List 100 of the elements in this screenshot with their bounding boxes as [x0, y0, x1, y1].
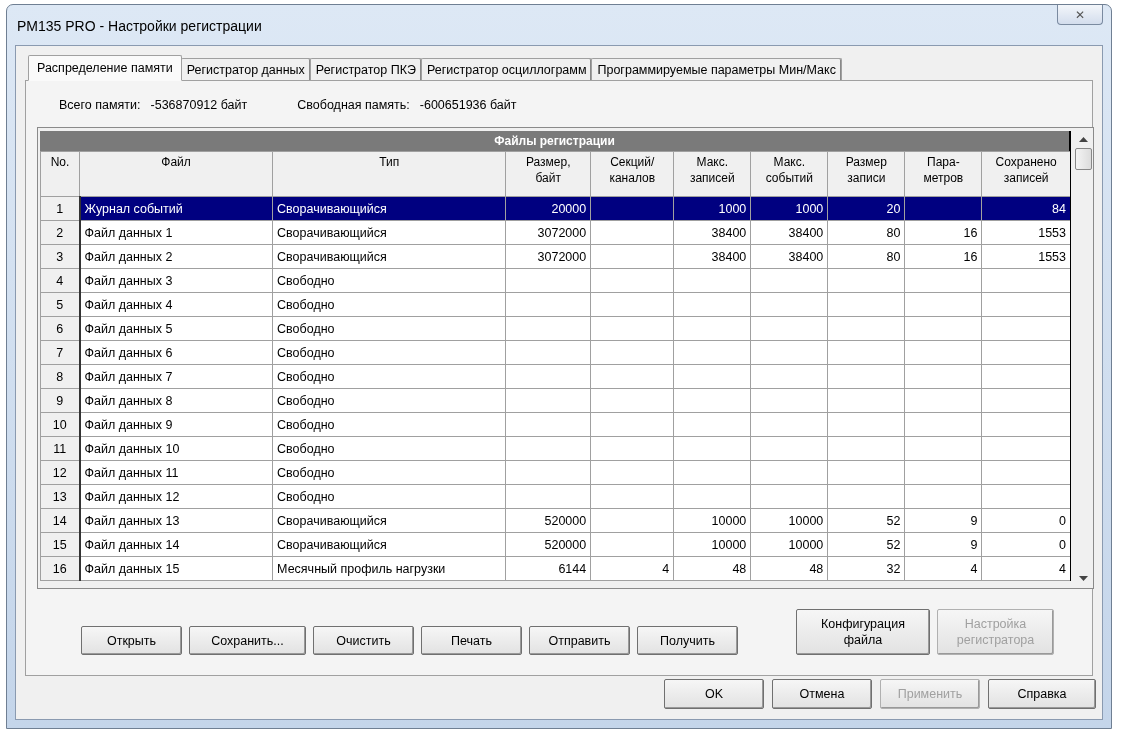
table-cell: Сворачивающийся — [272, 220, 506, 245]
row-number: 15 — [40, 532, 80, 557]
table-cell: 9 — [904, 508, 982, 533]
table-row[interactable]: 13 Файл данных 12 Свободно — [40, 484, 1071, 509]
column-header[interactable]: Размер записи — [827, 151, 905, 197]
table-cell: Файл данных 4 — [79, 292, 273, 317]
scroll-down-icon[interactable] — [1078, 576, 1088, 581]
row-number: 14 — [40, 508, 80, 533]
table-cell: 4 — [590, 556, 674, 581]
row-number: 12 — [40, 460, 80, 485]
row-number: 16 — [40, 556, 80, 581]
table-cell: Свободно — [272, 364, 506, 389]
table-cell: Сворачивающийся — [272, 196, 506, 221]
free-memory-label: Свободная память: — [297, 98, 410, 112]
table-cell: 10000 — [750, 508, 828, 533]
table-cell: 52 — [827, 532, 905, 557]
row-number: 11 — [40, 436, 80, 461]
action-button[interactable]: Сохранить... — [189, 626, 306, 655]
dialog-button[interactable]: Отмена — [772, 679, 872, 709]
row-number: 10 — [40, 412, 80, 437]
table-cell: 84 — [981, 196, 1071, 221]
tab[interactable]: Регистратор данных — [180, 58, 311, 80]
tab[interactable]: Регистратор ПКЭ — [309, 58, 422, 80]
table-cell: Месячный профиль нагрузки — [272, 556, 506, 581]
table-cell: 48 — [673, 556, 751, 581]
action-button[interactable]: Очистить — [313, 626, 414, 655]
table-cell: 10000 — [673, 532, 751, 557]
table-cell: 10000 — [673, 508, 751, 533]
table-cell: 38400 — [750, 220, 828, 245]
table-cell: Файл данных 12 — [79, 484, 273, 509]
table-cell: Свободно — [272, 340, 506, 365]
column-header[interactable]: Размер, байт — [505, 151, 591, 197]
selected-row[interactable]: 1 Журнал событий Сворачивающийся 20000 1000 1000 20 84 — [40, 196, 1071, 221]
row-number: 2 — [40, 220, 80, 245]
dialog-button[interactable]: OK — [664, 679, 764, 709]
table-cell: 52 — [827, 508, 905, 533]
column-header[interactable]: Файл — [79, 151, 273, 197]
column-header[interactable]: Макс. записей — [673, 151, 751, 197]
table-row[interactable]: 14 Файл данных 13 Сворачивающийся 520000 10000 10000 52 9 0 — [40, 508, 1071, 533]
dialog-button[interactable]: Справка — [988, 679, 1096, 709]
table-row[interactable]: 4 Файл данных 3 Свободно — [40, 268, 1071, 293]
table-cell: 0 — [981, 532, 1071, 557]
table-cell: 6144 — [505, 556, 591, 581]
table-cell: Свободно — [272, 292, 506, 317]
table-row[interactable]: 12 Файл данных 11 Свободно — [40, 460, 1071, 485]
total-memory-label: Всего памяти: — [59, 98, 141, 112]
action-button[interactable]: Отправить — [529, 626, 630, 655]
tab[interactable]: Регистратор осциллограмм — [420, 58, 593, 80]
row-number: 7 — [40, 340, 80, 365]
table-cell: Файл данных 1 — [79, 220, 273, 245]
table-cell: 1553 — [981, 244, 1071, 269]
column-header[interactable]: Пара- метров — [904, 151, 982, 197]
scroll-thumb[interactable] — [1074, 148, 1092, 170]
table-cell: 520000 — [505, 508, 591, 533]
table-row[interactable]: 15 Файл данных 14 Сворачивающийся 520000 10000 10000 52 9 0 — [40, 532, 1071, 557]
table-cell: Сворачивающийся — [272, 508, 506, 533]
table-cell: Свободно — [272, 388, 506, 413]
column-header[interactable]: Секций/ каналов — [590, 151, 674, 197]
table-row[interactable]: 9 Файл данных 8 Свободно — [40, 388, 1071, 413]
table-row[interactable]: 7 Файл данных 6 Свободно — [40, 340, 1071, 365]
column-header[interactable]: No. — [40, 151, 80, 197]
row-number: 4 — [40, 268, 80, 293]
table-row[interactable]: 10 Файл данных 9 Свободно — [40, 412, 1071, 437]
table-cell: Файл данных 13 — [79, 508, 273, 533]
table-cell: Файл данных 10 — [79, 436, 273, 461]
scroll-up-icon[interactable] — [1078, 137, 1088, 142]
table-cell: Файл данных 9 — [79, 412, 273, 437]
tab[interactable]: Распределение памяти — [28, 55, 182, 81]
table-cell: Файл данных 15 — [79, 556, 273, 581]
column-header[interactable]: Сохранено записей — [981, 151, 1071, 197]
table-cell: 4 — [981, 556, 1071, 581]
column-header[interactable]: Тип — [272, 151, 506, 197]
column-header[interactable]: Макс. событий — [750, 151, 828, 197]
table-cell: 3072000 — [505, 220, 591, 245]
table-row[interactable]: 8 Файл данных 7 Свободно — [40, 364, 1071, 389]
table-cell: 10000 — [750, 532, 828, 557]
action-button[interactable]: Конфигурация файла — [796, 609, 930, 655]
table-row[interactable]: 3 Файл данных 2 Сворачивающийся 3072000 38400 38400 80 16 1553 — [40, 244, 1071, 269]
table-row[interactable]: 16 Файл данных 15 Месячный профиль нагрузки 6144 4 48 48 32 4 4 — [40, 556, 1071, 581]
table-cell: 16 — [904, 220, 982, 245]
table-cell: 80 — [827, 220, 905, 245]
table-row[interactable]: 2 Файл данных 1 Сворачивающийся 3072000 38400 38400 80 16 1553 — [40, 220, 1071, 245]
row-number: 6 — [40, 316, 80, 341]
tab[interactable]: Программируемые параметры Мин/Макс — [591, 58, 842, 80]
table-row[interactable]: 11 Файл данных 10 Свободно — [40, 436, 1071, 461]
action-button[interactable]: Открыть — [81, 626, 182, 655]
table-row[interactable]: 5 Файл данных 4 Свободно — [40, 292, 1071, 317]
table-cell: Свободно — [272, 412, 506, 437]
table-cell: Файл данных 11 — [79, 460, 273, 485]
action-button[interactable]: Получить — [637, 626, 738, 655]
table-cell: 38400 — [673, 244, 751, 269]
table-cell: 520000 — [505, 532, 591, 557]
close-button[interactable]: ✕ — [1057, 5, 1103, 25]
row-number: 5 — [40, 292, 80, 317]
table-cell: Журнал событий — [79, 196, 273, 221]
grid-title: Файлы регистрации — [40, 131, 1071, 151]
table-cell: 4 — [904, 556, 982, 581]
table-cell: 3072000 — [505, 244, 591, 269]
action-button[interactable]: Печать — [421, 626, 522, 655]
table-row[interactable]: 6 Файл данных 5 Свободно — [40, 316, 1071, 341]
